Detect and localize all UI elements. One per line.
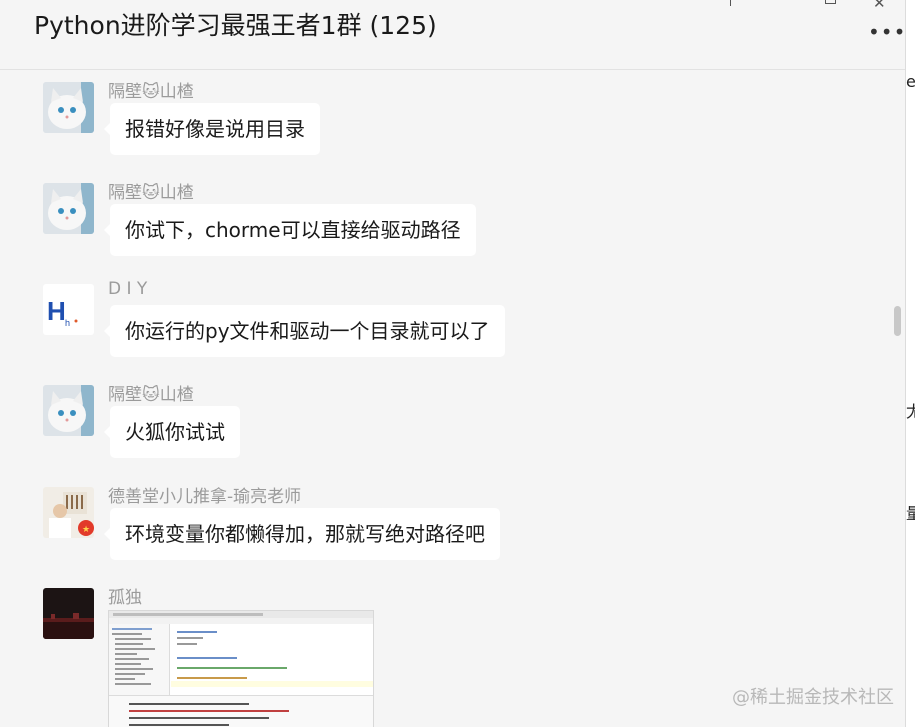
- sender-name: 隔壁🐱山楂: [108, 183, 194, 203]
- sender-name: 孤独: [108, 588, 142, 608]
- message-list: 隔壁🐱山楂 报错好像是说用目录 隔壁🐱山楂 你试下，chorme可以直接给驱动路…: [0, 70, 890, 727]
- hh-logo-avatar[interactable]: H h: [43, 284, 94, 335]
- edge-text: e: [906, 72, 915, 91]
- message-bubble[interactable]: 你运行的py文件和驱动一个目录就可以了: [104, 305, 505, 357]
- message-bubble[interactable]: 你试下，chorme可以直接给驱动路径: [104, 204, 476, 256]
- close-button[interactable]: ✕: [873, 0, 886, 12]
- edge-text: 尢: [906, 398, 915, 422]
- sender-name: 隔壁🐱山楂: [108, 82, 194, 102]
- watermark: @稀土掘金技术社区: [732, 687, 894, 708]
- chat-title: Python进阶学习最强王者1群 (125): [34, 11, 437, 40]
- svg-text:★: ★: [82, 525, 90, 535]
- minimize-button[interactable]: [730, 0, 731, 6]
- adjacent-window-edge: e 尢 量: [905, 0, 915, 727]
- avatar-letter: H: [47, 296, 66, 326]
- white-cat-avatar[interactable]: [43, 183, 94, 234]
- code-editor-screenshot[interactable]: [108, 610, 374, 727]
- white-cat-avatar[interactable]: [43, 385, 94, 436]
- doctor-avatar[interactable]: ★: [43, 487, 94, 538]
- sender-name: 隔壁🐱山楂: [108, 385, 194, 405]
- scrollbar[interactable]: [890, 70, 905, 727]
- message-bubble[interactable]: 报错好像是说用目录: [104, 103, 320, 155]
- chat-window: Python进阶学习最强王者1群 (125) ✕ ••• 隔壁🐱山楂 报错好像是…: [0, 0, 905, 727]
- avatar-letter-sub: h: [65, 318, 70, 328]
- chat-header: Python进阶学习最强王者1群 (125) ✕ •••: [0, 0, 905, 70]
- more-options-button[interactable]: •••: [868, 20, 905, 44]
- white-cat-avatar[interactable]: [43, 82, 94, 133]
- sender-name: D I Y: [108, 279, 148, 299]
- message-bubble[interactable]: 火狐你试试: [104, 406, 240, 458]
- scrollbar-thumb[interactable]: [894, 306, 901, 336]
- sender-name: 德善堂小儿推拿-瑜亮老师: [108, 487, 302, 507]
- dark-scenery-avatar[interactable]: [43, 588, 94, 639]
- maximize-button[interactable]: [825, 0, 836, 4]
- message-bubble[interactable]: 环境变量你都懒得加，那就写绝对路径吧: [104, 508, 500, 560]
- edge-text: 量: [906, 500, 915, 524]
